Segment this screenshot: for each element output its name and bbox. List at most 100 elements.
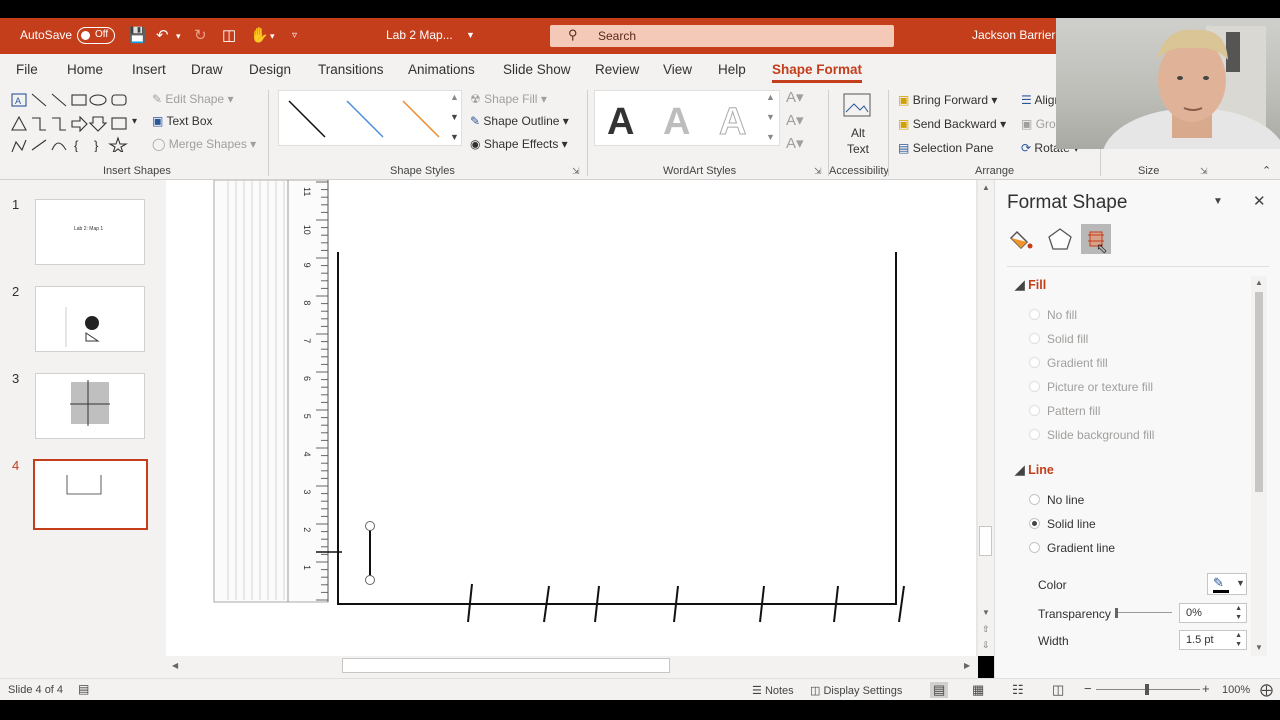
scroll-down-icon[interactable]: ▼: [1255, 643, 1263, 652]
scroll-left-icon[interactable]: ◀: [172, 661, 178, 670]
zoom-in-icon[interactable]: +: [1202, 681, 1210, 696]
shapes-gallery-more-icon[interactable]: ▾: [132, 116, 137, 127]
text-effects-icon[interactable]: A▾: [786, 134, 804, 152]
slide-thumbnail-2[interactable]: [35, 286, 145, 352]
touch-mode-icon[interactable]: ✋: [250, 26, 269, 44]
horizontal-scrollbar[interactable]: ◀ ▶: [166, 656, 978, 678]
tab-slide-show[interactable]: Slide Show: [503, 62, 571, 77]
text-outline-icon[interactable]: A▾: [786, 111, 804, 129]
zoom-out-icon[interactable]: −: [1084, 681, 1092, 696]
wordart-more-icon[interactable]: ▼: [766, 132, 775, 142]
scroll-down-icon[interactable]: ▼: [982, 608, 990, 617]
tab-shape-format[interactable]: Shape Format: [772, 62, 863, 83]
shape-styles-launcher-icon[interactable]: ⇲: [572, 166, 580, 177]
tab-animations[interactable]: Animations: [408, 62, 475, 77]
document-title[interactable]: Lab 2 Map...: [386, 28, 453, 42]
reading-view-icon[interactable]: ☷: [1012, 682, 1024, 698]
styles-more-icon[interactable]: ▼: [450, 132, 459, 142]
slide-editing-area[interactable]: 11 10 9 8 7 6 5 4 3 2 1: [166, 180, 978, 656]
tab-review[interactable]: Review: [595, 62, 639, 77]
transparency-slider[interactable]: [1117, 612, 1172, 613]
save-icon[interactable]: 💾: [128, 26, 147, 44]
tab-help[interactable]: Help: [718, 62, 746, 77]
wordart-launcher-icon[interactable]: ⇲: [814, 166, 822, 177]
styles-scroll-down-icon[interactable]: ▼: [450, 112, 459, 122]
accessibility-check-icon[interactable]: ▤: [78, 682, 89, 696]
slide-thumbnail-4[interactable]: [33, 459, 148, 530]
horizontal-scroll-thumb[interactable]: [342, 658, 670, 673]
search-box[interactable]: ⚲ Search: [550, 25, 894, 47]
shape-styles-gallery[interactable]: [278, 90, 462, 146]
undo-icon[interactable]: ↶: [156, 26, 169, 44]
present-icon[interactable]: ◫: [222, 26, 236, 44]
text-fill-icon[interactable]: A▾: [786, 88, 804, 106]
selection-pane-button[interactable]: ▤ Selection Pane: [898, 141, 993, 155]
tab-draw[interactable]: Draw: [191, 62, 223, 77]
spinner-icon[interactable]: ▲ ▼: [1235, 631, 1242, 649]
edit-shape-button[interactable]: ✎ Edit Shape ▾: [152, 92, 233, 106]
wordart-sample-3[interactable]: A: [718, 101, 746, 144]
scroll-up-icon[interactable]: ▲: [982, 183, 990, 192]
tab-insert[interactable]: Insert: [132, 62, 166, 77]
styles-scroll-up-icon[interactable]: ▲: [450, 92, 459, 102]
bring-forward-button[interactable]: ▣ Bring Forward ▾: [898, 93, 997, 107]
fill-section-header[interactable]: ◢ Fill: [1015, 277, 1046, 292]
fill-line-tab[interactable]: [1009, 226, 1037, 254]
merge-shapes-button[interactable]: ◯ Merge Shapes ▾: [152, 137, 256, 151]
slide-sorter-icon[interactable]: ▦: [972, 682, 984, 698]
previous-slide-icon[interactable]: ⇧: [982, 624, 990, 635]
pane-scrollbar[interactable]: ▲ ▼: [1251, 276, 1267, 656]
text-box-button[interactable]: ▣ Text Box: [152, 114, 213, 128]
slide-canvas[interactable]: 11 10 9 8 7 6 5 4 3 2 1: [166, 180, 976, 656]
shape-fill-button[interactable]: ☢ Shape Fill ▾: [470, 92, 547, 106]
wordart-scroll-down-icon[interactable]: ▼: [766, 112, 775, 122]
shapes-gallery[interactable]: A { }: [10, 92, 138, 152]
wordart-sample-2[interactable]: A: [663, 101, 690, 144]
pane-scroll-thumb[interactable]: [1255, 292, 1263, 492]
transparency-input[interactable]: 0% ▲ ▼: [1179, 603, 1247, 623]
close-icon[interactable]: ✕: [1253, 192, 1266, 210]
wordart-gallery[interactable]: A A A: [594, 90, 780, 146]
slide-thumbnail-3[interactable]: [35, 373, 145, 439]
normal-view-icon[interactable]: ▤: [930, 682, 949, 698]
slideshow-view-icon[interactable]: ◫: [1052, 682, 1064, 698]
zoom-slider-thumb[interactable]: [1145, 684, 1149, 695]
next-slide-icon[interactable]: ⇩: [982, 640, 990, 651]
notes-button[interactable]: ☰ Notes: [752, 684, 794, 697]
tab-home[interactable]: Home: [67, 62, 103, 77]
tab-design[interactable]: Design: [249, 62, 291, 77]
slide-thumbnail-1[interactable]: Lab 2: Map 1: [35, 199, 145, 265]
collapse-ribbon-icon[interactable]: ⌃: [1262, 164, 1271, 177]
line-section-header[interactable]: ◢ Line: [1015, 462, 1054, 477]
wordart-sample-1[interactable]: A: [607, 101, 634, 144]
width-input[interactable]: 1.5 pt ▲ ▼: [1179, 630, 1247, 650]
autosave-toggle[interactable]: Off: [77, 27, 115, 44]
pane-options-dropdown-icon[interactable]: ▼: [1213, 196, 1223, 207]
vertical-scrollbar[interactable]: ▲ ▼ ⇧ ⇩: [978, 180, 994, 656]
send-backward-button[interactable]: ▣ Send Backward ▾: [898, 117, 1006, 131]
vertical-scroll-thumb[interactable]: [979, 526, 992, 556]
tab-transitions[interactable]: Transitions: [318, 62, 384, 77]
effects-tab[interactable]: [1047, 226, 1075, 254]
transparency-slider-thumb[interactable]: [1115, 608, 1118, 618]
wordart-scroll-up-icon[interactable]: ▲: [766, 92, 775, 102]
fit-to-window-icon[interactable]: ⨁: [1260, 682, 1273, 698]
customize-qat-icon[interactable]: ▿: [292, 30, 297, 41]
alt-text-button[interactable]: Alt Text: [838, 92, 878, 158]
redo-icon[interactable]: ↻: [194, 26, 207, 44]
title-dropdown-icon[interactable]: ▼: [466, 30, 475, 40]
shape-effects-button[interactable]: ◉ Shape Effects ▾: [470, 137, 568, 151]
size-launcher-icon[interactable]: ⇲: [1200, 166, 1208, 177]
scroll-up-icon[interactable]: ▲: [1255, 278, 1263, 287]
zoom-level[interactable]: 100%: [1222, 684, 1250, 696]
undo-dropdown-icon[interactable]: ▾: [176, 31, 181, 42]
user-name[interactable]: Jackson Barrier: [972, 28, 1055, 42]
tab-file[interactable]: File: [16, 62, 38, 77]
scroll-right-icon[interactable]: ▶: [964, 661, 970, 670]
display-settings-button[interactable]: ◫ Display Settings: [810, 684, 902, 697]
line-color-picker[interactable]: ✎ ▼: [1207, 573, 1247, 595]
touch-dropdown-icon[interactable]: ▾: [270, 31, 275, 42]
slide-drawing[interactable]: 11 10 9 8 7 6 5 4 3 2 1: [166, 180, 976, 656]
shape-outline-button[interactable]: ✎ Shape Outline ▾: [470, 114, 569, 128]
tab-view[interactable]: View: [663, 62, 692, 77]
